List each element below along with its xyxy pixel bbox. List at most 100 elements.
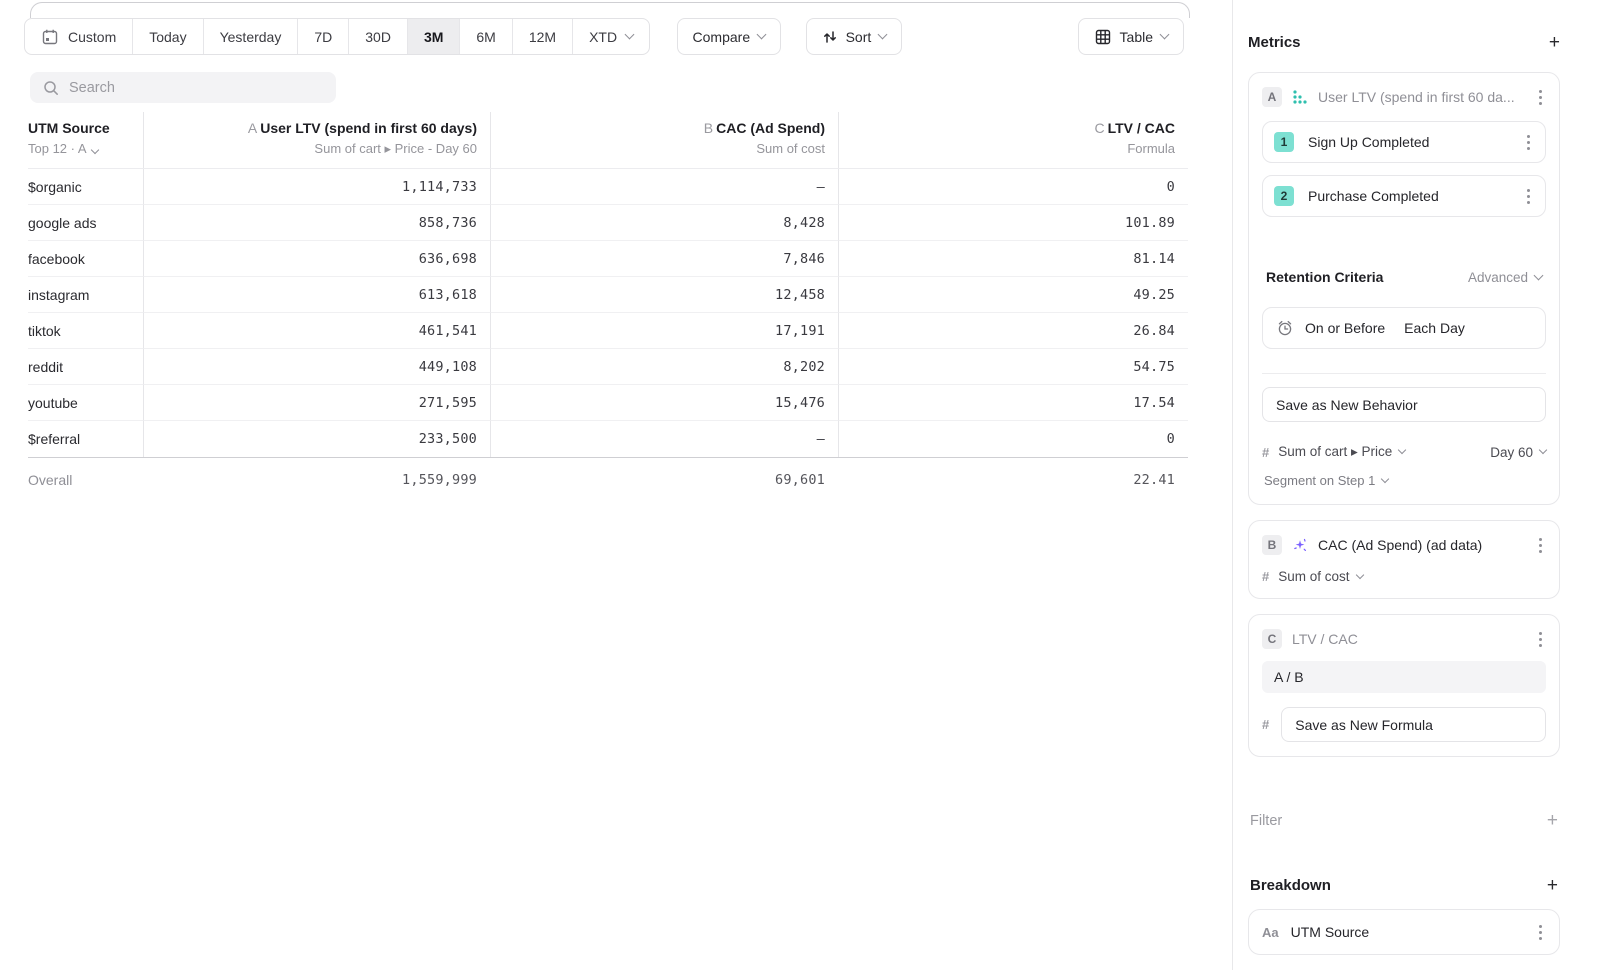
breakdown-label: UTM Source	[1291, 924, 1535, 940]
row-header-subtitle: Top 12 · A	[28, 141, 87, 156]
column-letter: C	[1094, 120, 1104, 136]
row-label: google ads	[28, 215, 97, 231]
sort-label: Sort	[846, 29, 872, 45]
add-breakdown-button[interactable]: +	[1547, 876, 1558, 895]
retention-unit-dropdown[interactable]: Each Day	[1404, 320, 1465, 336]
segment-on-step-dropdown[interactable]: Segment on Step 1	[1264, 473, 1546, 488]
formula-input[interactable]: A / B	[1262, 661, 1546, 693]
breakdown-section: Breakdown +	[1248, 876, 1560, 895]
kebab-menu-icon[interactable]	[1535, 87, 1546, 108]
date-range-30d[interactable]: 30D	[349, 19, 408, 54]
column-title: CAC (Ad Spend)	[716, 120, 825, 136]
aggregation-row: # Sum of cart ▸ Price Day 60	[1262, 444, 1546, 460]
date-range-custom[interactable]: Custom	[25, 19, 133, 54]
cell-value: 81.14	[1133, 251, 1175, 267]
toolbar: Custom Today Yesterday 7D 30D 3M 6M 12M …	[0, 0, 1232, 55]
window-label: Day 60	[1490, 445, 1533, 460]
cell-value: 461,541	[419, 323, 477, 339]
kebab-menu-icon[interactable]	[1535, 629, 1546, 650]
column-header-utm-source[interactable]: UTM Source Top 12 · A	[28, 112, 143, 168]
cell-value: 17,191	[775, 323, 825, 339]
sort-button[interactable]: Sort	[806, 18, 903, 55]
date-range-label: 3M	[424, 29, 443, 45]
chevron-down-icon	[90, 146, 98, 154]
step-1-card[interactable]: 1 Sign Up Completed	[1262, 121, 1546, 163]
search-bar	[30, 72, 336, 103]
cell-value: 8,202	[783, 359, 825, 375]
retention-criteria-row: Retention Criteria Advanced	[1262, 269, 1546, 285]
chart-type-table-button[interactable]: Table	[1078, 18, 1184, 55]
metrics-panel: Metrics + A User LTV (spend in first 60 …	[1232, 0, 1600, 970]
row-label: instagram	[28, 287, 89, 303]
row-header-dropdown[interactable]: Top 12 · A	[28, 139, 143, 159]
date-range-7d[interactable]: 7D	[298, 19, 349, 54]
row-label: facebook	[28, 251, 85, 267]
column-header-c[interactable]: CLTV / CAC Formula	[838, 112, 1188, 168]
compare-label: Compare	[693, 29, 751, 45]
date-range-label: Custom	[68, 29, 116, 45]
save-as-new-behavior-button[interactable]: Save as New Behavior	[1262, 387, 1546, 422]
add-filter-button[interactable]: +	[1547, 811, 1558, 830]
add-metric-button[interactable]: +	[1549, 33, 1560, 52]
metric-b-header[interactable]: B CAC (Ad Spend) (ad data)	[1262, 533, 1546, 557]
date-range-6m[interactable]: 6M	[460, 19, 512, 54]
date-range-xtd[interactable]: XTD	[573, 19, 649, 54]
metrics-header: Metrics +	[1248, 33, 1560, 52]
cell-value: 858,736	[419, 215, 477, 231]
retention-criteria-title: Retention Criteria	[1266, 269, 1383, 285]
advanced-dropdown[interactable]: Advanced	[1468, 270, 1542, 285]
metric-c-header[interactable]: C LTV / CAC	[1262, 627, 1546, 651]
alarm-clock-icon	[1276, 319, 1294, 337]
kebab-menu-icon[interactable]	[1523, 132, 1534, 153]
window-dropdown[interactable]: Day 60	[1490, 445, 1546, 460]
table-row: $organic 1,114,733 – 0	[28, 169, 1188, 205]
row-label: $referral	[28, 431, 80, 447]
kebab-menu-icon[interactable]	[1523, 186, 1534, 207]
results-table: UTM Source Top 12 · A AUser LTV (spend i…	[28, 112, 1188, 501]
table-row: youtube 271,595 15,476 17.54	[28, 385, 1188, 421]
compare-button[interactable]: Compare	[677, 18, 782, 55]
column-header-b[interactable]: BCAC (Ad Spend) Sum of cost	[490, 112, 838, 168]
date-range-3m-selected[interactable]: 3M	[408, 19, 460, 54]
save-as-new-formula-button[interactable]: Save as New Formula	[1281, 707, 1546, 742]
cell-value: 613,618	[419, 287, 477, 303]
step-number-badge: 1	[1274, 132, 1294, 152]
main-content: Custom Today Yesterday 7D 30D 3M 6M 12M …	[0, 0, 1232, 970]
date-range-label: Today	[149, 29, 186, 45]
column-header-a[interactable]: AUser LTV (spend in first 60 days) Sum o…	[143, 112, 490, 168]
sort-arrows-icon	[822, 29, 838, 45]
cell-value: 101.89	[1125, 215, 1175, 231]
formula-row: # Save as New Formula	[1262, 707, 1546, 742]
breakdown-utm-source-card[interactable]: Aa UTM Source	[1248, 909, 1560, 955]
search-input[interactable]	[69, 80, 324, 96]
filter-section: Filter +	[1248, 811, 1560, 830]
table-grid-icon	[1094, 28, 1112, 46]
date-range-control: Custom Today Yesterday 7D 30D 3M 6M 12M …	[24, 18, 650, 55]
overall-value: 1,559,999	[402, 472, 477, 488]
aggregate-label: Sum of cart ▸ Price	[1278, 444, 1392, 460]
column-subtitle: Sum of cart ▸ Price - Day 60	[144, 139, 477, 159]
date-range-yesterday[interactable]: Yesterday	[204, 19, 299, 54]
breakdown-title: Breakdown	[1250, 877, 1331, 894]
kebab-menu-icon[interactable]	[1535, 535, 1546, 556]
metric-a-header[interactable]: A User LTV (spend in first 60 da...	[1262, 85, 1546, 109]
aggregate-property-dropdown[interactable]: Sum of cart ▸ Price	[1278, 444, 1405, 460]
date-range-label: Yesterday	[220, 29, 282, 45]
chevron-down-icon	[1355, 570, 1363, 578]
chevron-down-icon	[1160, 30, 1170, 40]
event-sparkle-icon	[1292, 537, 1308, 553]
date-range-12m[interactable]: 12M	[513, 19, 573, 54]
metric-title: User LTV (spend in first 60 da...	[1318, 89, 1525, 105]
chevron-down-icon	[878, 30, 888, 40]
date-range-today[interactable]: Today	[133, 19, 203, 54]
table-body: $organic 1,114,733 – 0 google ads 858,73…	[28, 169, 1188, 458]
retention-condition-card[interactable]: On or Before Each Day	[1262, 307, 1546, 349]
kebab-menu-icon[interactable]	[1535, 922, 1546, 943]
sum-of-cost-dropdown[interactable]: Sum of cost	[1278, 569, 1362, 584]
row-label: $organic	[28, 179, 82, 195]
column-subtitle: Sum of cost	[491, 139, 825, 159]
cell-value: –	[817, 179, 825, 195]
metric-title: LTV / CAC	[1292, 631, 1525, 647]
step-2-card[interactable]: 2 Purchase Completed	[1262, 175, 1546, 217]
date-range-label: 6M	[476, 29, 495, 45]
